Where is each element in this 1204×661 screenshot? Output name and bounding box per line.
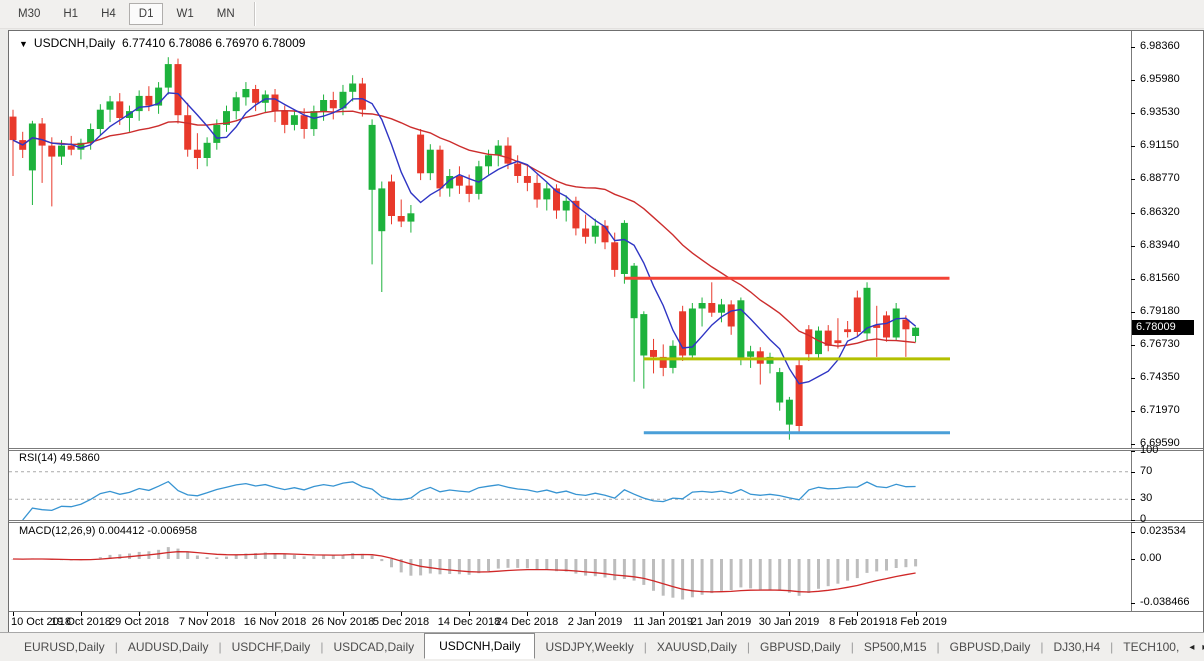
tf-button-h1[interactable]: H1 [53,3,88,25]
symbol-tab-gbpusd-7[interactable]: GBPUSD,Daily [750,635,851,659]
pane-separator-macd[interactable] [9,520,1203,523]
price-tick-label: 6.76730 [1140,338,1180,350]
rsi-tick-tick [1131,472,1135,473]
rsi-canvas[interactable] [9,451,1131,520]
price-tick-label: 6.95980 [1140,73,1180,85]
price-tick-tick [1131,47,1135,48]
ma-slow-line [13,111,916,347]
ma-fast-line [13,93,916,384]
price-tick-tick [1131,378,1135,379]
tf-button-w1[interactable]: W1 [166,3,203,25]
rsi-line [23,482,916,520]
price-tick-label: 6.83940 [1140,239,1180,251]
date-label: 11 Jan 2019 [633,616,693,628]
tf-button-d1[interactable]: D1 [129,3,164,25]
price-tick-tick [1131,444,1135,445]
date-label: 30 Jan 2019 [759,616,820,628]
date-label: 7 Nov 2018 [179,616,235,628]
symbol-tab-sp500-8[interactable]: SP500,M15 [854,635,937,659]
chart-window: ▼ USDCNH,Daily 6.77410 6.78086 6.76970 6.… [8,30,1204,633]
price-tick-tick [1131,411,1135,412]
price-tick-label: 6.81560 [1140,272,1180,284]
rsi-tick-tick [1131,520,1135,521]
price-tick-label: 6.91150 [1140,139,1179,151]
price-tick-tick [1131,113,1135,114]
date-label: 18 Feb 2019 [885,616,947,628]
symbol-tab-tech100-11[interactable]: TECH100, [1113,635,1189,659]
chart-title-spacer [115,36,122,50]
price-tick-tick [1131,179,1135,180]
date-label: 24 Dec 2018 [496,616,558,628]
pane-separator-rsi[interactable] [9,448,1203,451]
date-label: 5 Dec 2018 [373,616,429,628]
rsi-tick-label: 100 [1140,444,1158,456]
chart-title-ohlc: 6.77410 6.78086 6.76970 6.78009 [122,36,306,50]
rsi-tick-label: 70 [1140,465,1152,477]
main-chart-canvas[interactable] [9,31,1131,448]
price-tick-label: 6.93530 [1140,106,1180,118]
rsi-tick-tick [1131,451,1135,452]
symbol-tab-usdcad-3[interactable]: USDCAD,Daily [323,635,424,659]
price-tick-tick [1131,146,1135,147]
date-label: 2 Jan 2019 [568,616,622,628]
date-label: 14 Dec 2018 [438,616,500,628]
chart-title: ▼ USDCNH,Daily 6.77410 6.78086 6.76970 6.… [19,36,305,50]
rsi-tick-tick [1131,499,1135,500]
macd-tick-tick [1131,559,1135,560]
macd-tick-tick [1131,532,1135,533]
rsi-tick-label: 30 [1140,492,1152,504]
symbol-tab-dj30-10[interactable]: DJ30,H4 [1043,635,1110,659]
date-label: 21 Jan 2019 [691,616,752,628]
symbol-tab-bar: EURUSD,Daily|AUDUSD,Daily|USDCHF,Daily|U… [0,632,1204,661]
date-label: 8 Feb 2019 [829,616,885,628]
macd-tick-label: 0.023534 [1140,525,1186,537]
price-tick-tick [1131,312,1135,313]
time-axis[interactable]: 10 Oct 201819 Oct 201829 Oct 20187 Nov 2… [9,612,1131,632]
date-label: 29 Oct 2018 [109,616,169,628]
rsi-label: RSI(14) 49.5860 [19,452,100,464]
rsi-level-lines [9,472,1131,500]
symbol-tab-gbpusd-9[interactable]: GBPUSD,Daily [940,635,1041,659]
rsi-tick-label: 0 [1140,513,1146,525]
macd-tick-label: -0.038466 [1140,596,1190,608]
chart-title-symbol: USDCNH,Daily [34,36,115,50]
chart-dropdown-icon[interactable]: ▼ [19,39,28,49]
price-tick-tick [1131,213,1135,214]
tab-scroll-left-icon[interactable]: ◂ [1189,642,1194,653]
date-label: 19 Oct 2018 [51,616,111,628]
symbol-tab-xauusd-6[interactable]: XAUUSD,Daily [647,635,747,659]
symbol-tab-usdjpy-5[interactable]: USDJPY,Weekly [535,635,643,659]
price-tick-label: 6.71970 [1140,404,1180,416]
current-price-tag: 6.78009 [1132,320,1194,335]
price-tick-label: 6.74350 [1140,371,1180,383]
price-tick-label: 6.79180 [1140,305,1180,317]
mt4-terminal: { "toolbar": { "timeframes": ["M30","H1"… [0,0,1204,661]
symbol-tab-usdcnh-4[interactable]: USDCNH,Daily [424,633,535,659]
tf-button-m30[interactable]: M30 [8,3,50,25]
date-label: 26 Nov 2018 [312,616,374,628]
price-tick-label: 6.86320 [1140,206,1180,218]
timeframe-toolbar: M30H1H4D1W1MN [0,0,1204,29]
symbol-tab-audusd-1[interactable]: AUDUSD,Daily [118,635,219,659]
price-tick-label: 6.88770 [1140,172,1180,184]
price-tick-tick [1131,80,1135,81]
macd-label: MACD(12,26,9) 0.004412 -0.006958 [19,525,197,537]
price-tick-tick [1131,279,1135,280]
symbol-tab-eurusd-0[interactable]: EURUSD,Daily [14,635,115,659]
symbol-tab-usdchf-2[interactable]: USDCHF,Daily [222,635,321,659]
toolbar-separator [254,2,255,26]
price-tick-tick [1131,345,1135,346]
price-tick-tick [1131,246,1135,247]
tab-nav: ◂▸ [1189,642,1204,653]
price-tick-label: 6.98360 [1140,40,1180,52]
tf-button-mn[interactable]: MN [207,3,245,25]
candles-layer [10,57,920,440]
macd-tick-label: 0.00 [1140,552,1161,564]
date-label: 16 Nov 2018 [244,616,306,628]
tf-button-h4[interactable]: H4 [91,3,126,25]
symbol-tab-list: EURUSD,Daily|AUDUSD,Daily|USDCHF,Daily|U… [14,635,1189,659]
macd-tick-tick [1131,603,1135,604]
